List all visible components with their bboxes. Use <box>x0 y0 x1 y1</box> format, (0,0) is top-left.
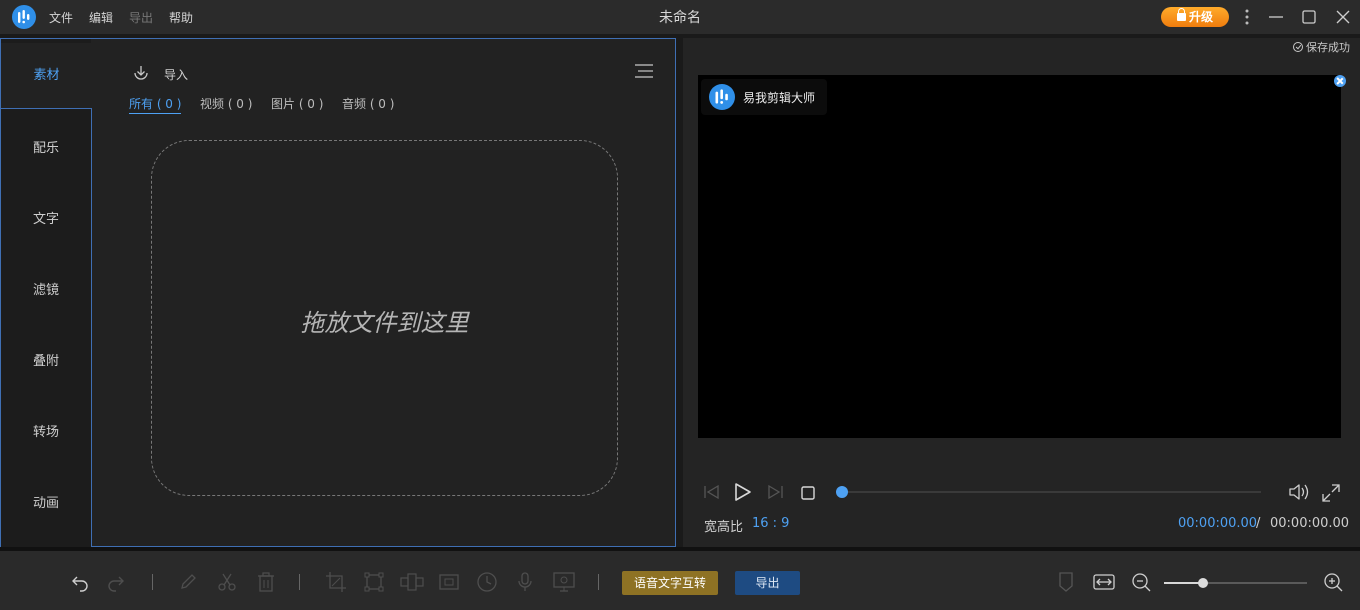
filter-all[interactable]: 所有 ( 0 ) <box>129 95 182 114</box>
drop-zone-text: 拖放文件到这里 <box>300 309 469 337</box>
save-status: 保存成功 <box>1293 39 1350 55</box>
speech-text-convert-button[interactable]: 语音文字互转 <box>622 571 718 595</box>
tab-media[interactable]: 素材 <box>1 43 92 109</box>
import-label: 导入 <box>164 68 189 82</box>
toolbar-separator <box>152 574 153 590</box>
previous-frame-icon[interactable] <box>703 484 721 503</box>
tab-animation[interactable]: 动画 <box>1 468 91 539</box>
menu-export[interactable]: 导出 <box>129 9 153 26</box>
filter-image[interactable]: 图片 ( 0 ) <box>271 95 323 112</box>
volume-icon[interactable] <box>1287 482 1311 505</box>
zoom-slider-fill <box>1164 582 1203 584</box>
more-options-icon[interactable] <box>1237 7 1257 27</box>
window-title: 未命名 <box>659 10 701 26</box>
toolbar-separator <box>598 574 599 590</box>
minimize-icon[interactable] <box>1266 7 1286 27</box>
app-logo-icon <box>12 5 36 29</box>
tab-divider <box>91 109 92 547</box>
freeze-frame-icon[interactable] <box>438 571 460 593</box>
maximize-icon[interactable] <box>1299 7 1319 27</box>
undo-icon[interactable] <box>68 571 90 593</box>
menu-edit[interactable]: 编辑 <box>89 9 113 26</box>
playback-progress[interactable] <box>836 486 1261 498</box>
preview-panel: 保存成功 易我剪辑大师 宽高比 16: 9 00:00:00.00 / 00:… <box>683 38 1360 547</box>
side-tab-bar: 素材 配乐 文字 滤镜 叠附 转场 动画 <box>1 39 92 547</box>
watermark: 易我剪辑大师 <box>701 79 827 115</box>
screen-record-icon[interactable] <box>552 571 575 593</box>
title-bar: 文件 编辑 导出 帮助 未命名 升级 <box>0 0 1360 34</box>
edit-pencil-icon[interactable] <box>177 571 199 593</box>
zoom-slider[interactable] <box>1164 578 1307 588</box>
delete-trash-icon[interactable] <box>255 571 277 593</box>
lock-icon <box>1176 8 1186 21</box>
import-icon <box>134 66 148 80</box>
media-library-panel: 素材 配乐 文字 滤镜 叠附 转场 动画 导入 所有 ( 0 ) 视频 ( 0 … <box>0 38 676 547</box>
video-preview[interactable]: 易我剪辑大师 <box>698 75 1346 438</box>
marker-icon[interactable] <box>1056 571 1078 593</box>
time-separator: / <box>1256 516 1261 531</box>
watermark-logo-icon <box>709 84 735 110</box>
filter-audio[interactable]: 音频 ( 0 ) <box>342 95 394 112</box>
filter-video[interactable]: 视频 ( 0 ) <box>200 95 252 112</box>
tab-music[interactable]: 配乐 <box>1 113 91 184</box>
zoom-out-icon[interactable] <box>1130 571 1152 593</box>
zoom-slider-handle[interactable] <box>1197 578 1208 588</box>
tab-transitions[interactable]: 转场 <box>1 397 91 468</box>
redo-icon[interactable] <box>106 571 128 593</box>
list-view-icon[interactable] <box>634 63 654 79</box>
play-icon[interactable] <box>733 482 753 505</box>
menu-file[interactable]: 文件 <box>49 9 73 26</box>
tab-filters[interactable]: 滤镜 <box>1 255 91 326</box>
watermark-text: 易我剪辑大师 <box>743 91 816 105</box>
close-icon[interactable] <box>1333 7 1353 27</box>
upgrade-button[interactable]: 升级 <box>1161 7 1229 27</box>
tab-overlays[interactable]: 叠附 <box>1 326 91 397</box>
aspect-ratio-value[interactable]: 16 : 9 <box>752 516 789 531</box>
progress-handle[interactable] <box>836 486 848 498</box>
microphone-icon[interactable] <box>514 571 536 593</box>
mosaic-icon[interactable] <box>400 571 424 593</box>
check-circle-icon <box>1293 42 1303 52</box>
stop-icon[interactable] <box>800 485 816 504</box>
close-watermark-icon[interactable] <box>1334 75 1346 87</box>
menu-help[interactable]: 帮助 <box>169 9 193 26</box>
current-time: 00:00:00.00 <box>1178 516 1258 531</box>
edit-toolbar: 语音文字互转 导出 <box>0 551 1360 610</box>
speed-clock-icon[interactable] <box>476 571 498 593</box>
save-status-text: 保存成功 <box>1306 41 1350 54</box>
next-frame-icon[interactable] <box>766 484 784 503</box>
zoom-in-icon[interactable] <box>1322 571 1344 593</box>
fit-width-icon[interactable] <box>1092 571 1115 593</box>
upgrade-label: 升级 <box>1188 10 1213 24</box>
fullscreen-icon[interactable] <box>1321 483 1341 506</box>
drop-zone[interactable]: 拖放文件到这里 <box>151 140 618 496</box>
cut-scissors-icon[interactable] <box>216 571 238 593</box>
import-button[interactable]: 导入 <box>131 64 188 82</box>
aspect-ratio-label: 宽高比 <box>704 520 744 535</box>
crop-icon[interactable] <box>325 571 347 593</box>
export-button[interactable]: 导出 <box>735 571 800 595</box>
resize-frame-icon[interactable] <box>363 571 385 593</box>
tab-text[interactable]: 文字 <box>1 184 91 255</box>
toolbar-separator <box>299 574 300 590</box>
total-time: 00:00:00.00 <box>1270 516 1350 531</box>
